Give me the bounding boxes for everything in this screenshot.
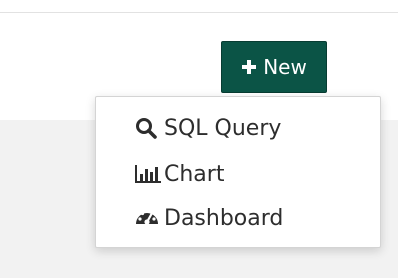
menu-item-label: Chart (164, 161, 225, 187)
new-button-label: New (263, 55, 307, 79)
gauge-icon (134, 206, 162, 230)
new-button[interactable]: New (221, 41, 327, 93)
plus-icon (241, 59, 257, 75)
menu-item-dashboard[interactable]: Dashboard (134, 202, 283, 234)
menu-item-label: SQL Query (164, 115, 282, 141)
menu-item-sql-query[interactable]: SQL Query (134, 112, 281, 144)
top-divider (0, 12, 398, 13)
bar-chart-icon (134, 162, 162, 186)
menu-item-chart[interactable]: Chart (134, 158, 224, 190)
new-dropdown-menu: SQL Query Chart Dashboard (95, 96, 381, 248)
menu-item-label: Dashboard (164, 205, 284, 231)
search-icon (134, 116, 162, 140)
